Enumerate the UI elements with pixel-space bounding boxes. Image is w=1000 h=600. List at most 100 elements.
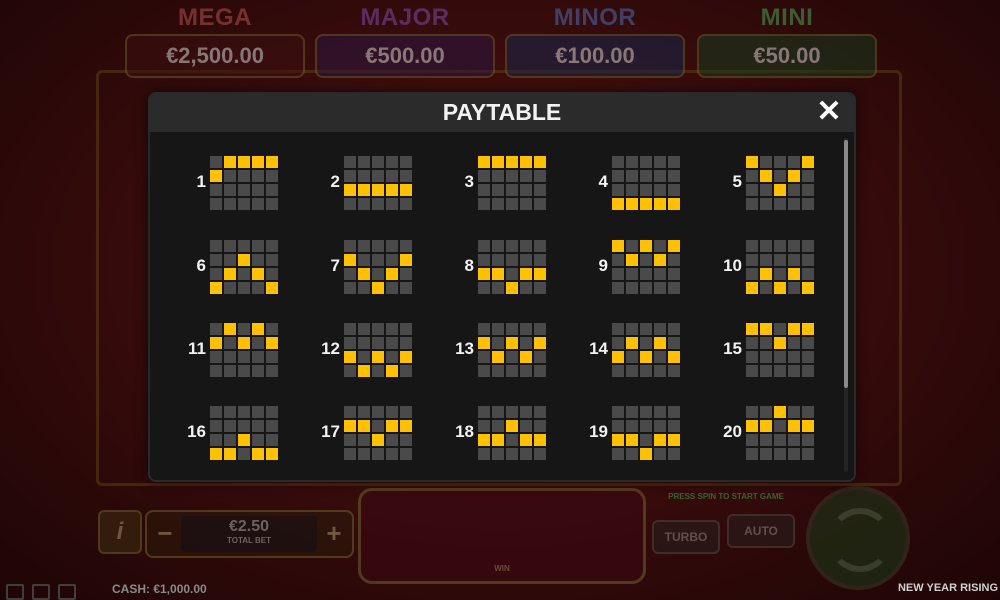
auto-button[interactable]: AUTO (727, 514, 795, 548)
payline-cell (478, 282, 490, 294)
close-button[interactable]: ✕ (814, 97, 844, 128)
payline-cell (626, 323, 638, 335)
jackpot-major-value: €500.00 (315, 34, 495, 78)
payline-cell (266, 240, 278, 252)
help-icon[interactable] (32, 584, 50, 600)
payline-cell-active (492, 156, 504, 168)
payline-cell (266, 351, 278, 363)
scrollbar-thumb[interactable] (844, 140, 848, 388)
turbo-button[interactable]: TURBO (652, 520, 720, 554)
payline-pattern (344, 156, 414, 212)
payline-cell (788, 351, 800, 363)
payline-cell (372, 198, 384, 210)
payline-cell (654, 170, 666, 182)
info-button[interactable]: i (98, 510, 142, 554)
payline-cell (668, 282, 680, 294)
payline-cell (344, 156, 356, 168)
payline-cell-active (668, 240, 680, 252)
payline-cell (668, 420, 680, 432)
payline-cell-active (224, 448, 236, 460)
payline-cell (802, 351, 814, 363)
payline-cell (668, 448, 680, 460)
payline-cell-active (266, 337, 278, 349)
bet-increase-button[interactable]: + (320, 518, 348, 550)
payline-cell-active (224, 323, 236, 335)
payline-cell-active (746, 156, 758, 168)
payline-cell-active (358, 184, 370, 196)
payline-cell (344, 406, 356, 418)
payline-cell (626, 240, 638, 252)
payline-cell (252, 254, 264, 266)
payline-cell (386, 337, 398, 349)
payline-cell (612, 184, 624, 196)
payline-cell-active (224, 268, 236, 280)
payline-number: 18 (455, 422, 474, 441)
payline-cell (238, 420, 250, 432)
bet-label: TOTAL BET (227, 536, 271, 545)
payline-cell (760, 198, 772, 210)
spin-arrows-icon (828, 508, 892, 572)
payline-cell-active (210, 170, 222, 182)
payline-cell-active (372, 184, 384, 196)
payline-cell (506, 365, 518, 377)
spin-button[interactable] (806, 486, 910, 590)
bet-decrease-button[interactable]: − (151, 518, 179, 550)
payline-cell (506, 240, 518, 252)
jackpot-major-name: MAJOR (360, 4, 450, 31)
payline-cell (344, 282, 356, 294)
payline-cell (760, 406, 772, 418)
payline-cell (626, 282, 638, 294)
payline-cell (478, 240, 490, 252)
payline-cell (224, 170, 236, 182)
sound-icon[interactable] (6, 584, 24, 600)
payline-cell (760, 254, 772, 266)
payline-cell (668, 323, 680, 335)
payline-cell (612, 170, 624, 182)
payline-cell (210, 254, 222, 266)
payline-cell (210, 198, 222, 210)
payline-cell (344, 170, 356, 182)
payline-cell (506, 448, 518, 460)
payline-cell (386, 254, 398, 266)
payline-cell-active (478, 337, 490, 349)
payline-cell-active (654, 434, 666, 446)
payline-cell (626, 448, 638, 460)
payline-cell (788, 365, 800, 377)
payline-cell (478, 170, 490, 182)
payline-cell (358, 156, 370, 168)
payline-cell (400, 282, 412, 294)
payline-cell-active (640, 448, 652, 460)
payline-number: 16 (187, 422, 206, 441)
payline-cell (210, 268, 222, 280)
payline-cell (654, 240, 666, 252)
payline-cell (668, 254, 680, 266)
payline-cell (210, 434, 222, 446)
payline-cell-active (478, 156, 490, 168)
payline-cell (520, 184, 532, 196)
payline-number: 15 (723, 339, 742, 358)
payline-cell (654, 184, 666, 196)
payline-pattern (210, 240, 280, 296)
modal-title: PAYTABLE (442, 99, 562, 125)
payline-cell-active (774, 282, 786, 294)
payline-cell (520, 254, 532, 266)
payline-cell (372, 337, 384, 349)
payline-cell (668, 365, 680, 377)
payline-cell-active (788, 268, 800, 280)
payline-cell (210, 240, 222, 252)
scrollbar[interactable] (844, 138, 848, 472)
jackpot-minor-value: €100.00 (505, 34, 685, 78)
payline-cell (492, 254, 504, 266)
payline-cell-active (520, 156, 532, 168)
payline-cell-active (358, 268, 370, 280)
payline-cell (344, 240, 356, 252)
payline-cell-active (386, 184, 398, 196)
jackpot-mega-value: €2,500.00 (125, 34, 305, 78)
payline-pattern (612, 406, 682, 462)
fullscreen-icon[interactable] (58, 584, 76, 600)
payline-cell (746, 337, 758, 349)
payline-cell (746, 448, 758, 460)
payline-cell (238, 351, 250, 363)
payline-cell (612, 323, 624, 335)
payline-cell (788, 282, 800, 294)
